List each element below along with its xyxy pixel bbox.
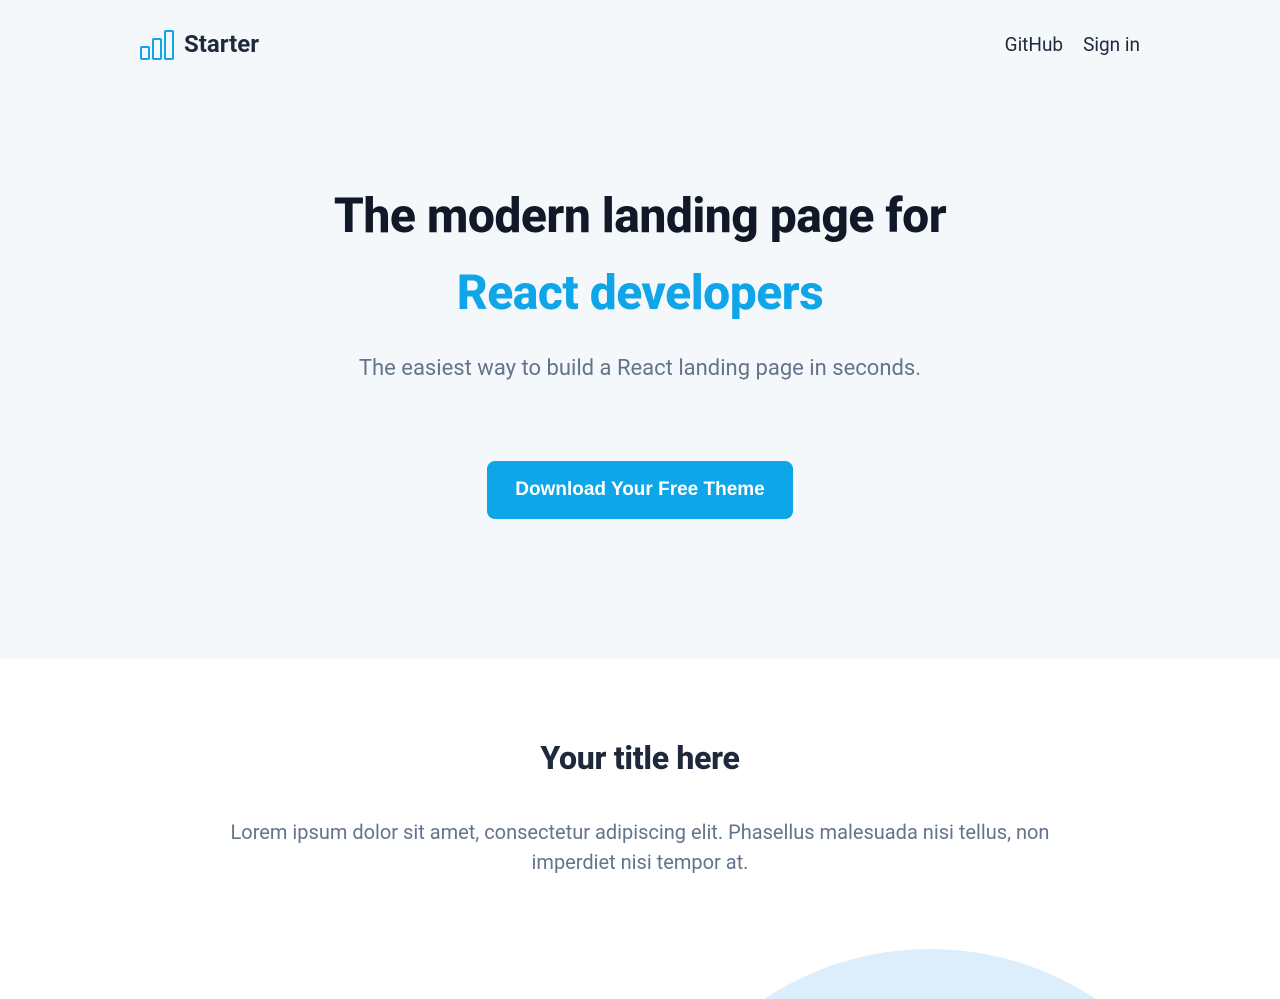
download-button[interactable]: Download Your Free Theme (487, 461, 793, 519)
section-description: Lorem ipsum dolor sit amet, consectetur … (230, 817, 1050, 877)
bar-chart-icon (140, 28, 176, 60)
brand-name: Starter (184, 30, 259, 58)
header-nav: GitHub Sign in (1005, 33, 1140, 56)
hero-title-line1: The modern landing page for (0, 188, 1280, 243)
decorative-circle (630, 949, 1230, 999)
section-title: Your title here (0, 739, 1280, 777)
hero-title-highlight: React developers (0, 265, 1280, 320)
nav-link-signin[interactable]: Sign in (1083, 33, 1140, 56)
hero-content: The modern landing page for React develo… (0, 60, 1280, 519)
nav-link-github[interactable]: GitHub (1005, 33, 1063, 56)
brand-logo[interactable]: Starter (140, 28, 259, 60)
hero-section: Starter GitHub Sign in The modern landin… (0, 0, 1280, 659)
features-section: Your title here Lorem ipsum dolor sit am… (0, 659, 1280, 999)
site-header: Starter GitHub Sign in (0, 0, 1280, 60)
hero-subtitle: The easiest way to build a React landing… (0, 356, 1280, 381)
